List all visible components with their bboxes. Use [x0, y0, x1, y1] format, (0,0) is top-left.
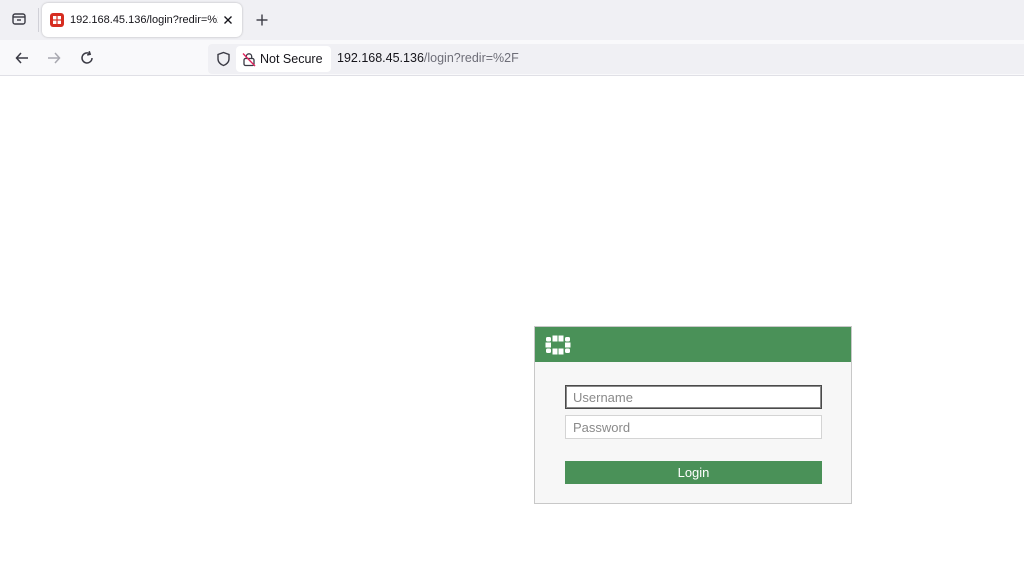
url-text[interactable]: 192.168.45.136/login?redir=%2F [337, 51, 519, 65]
back-button[interactable] [9, 45, 35, 71]
tab-overview-button[interactable] [6, 6, 32, 32]
tab-title: 192.168.45.136/login?redir=%2F [70, 14, 218, 26]
forward-button[interactable] [41, 45, 67, 71]
arrow-left-icon [15, 52, 28, 64]
new-tab-button[interactable] [251, 9, 273, 31]
login-panel: Login [534, 326, 852, 504]
navigation-toolbar: Not Secure 192.168.45.136/login?redir=%2… [0, 40, 1024, 76]
tracking-protection-button[interactable] [214, 50, 232, 68]
login-button[interactable]: Login [565, 461, 822, 484]
login-header [535, 327, 851, 362]
site-security-indicator[interactable]: Not Secure [236, 46, 331, 72]
username-input[interactable] [565, 385, 822, 409]
shield-icon [216, 51, 230, 67]
insecure-lock-icon [242, 52, 256, 66]
url-path: /login?redir=%2F [423, 51, 519, 65]
tab-overview-icon [12, 13, 26, 25]
close-icon [224, 16, 232, 24]
plus-icon [256, 14, 268, 26]
fortinet-logo-icon [545, 335, 571, 355]
fortinet-favicon-icon [50, 13, 64, 27]
tab-separator [38, 8, 39, 32]
reload-icon [81, 50, 93, 64]
not-secure-label: Not Secure [260, 52, 323, 66]
browser-tab[interactable]: 192.168.45.136/login?redir=%2F [42, 3, 242, 37]
arrow-right-icon [48, 52, 61, 64]
reload-button[interactable] [74, 45, 100, 71]
tab-strip: 192.168.45.136/login?redir=%2F [0, 0, 1024, 40]
url-host: 192.168.45.136 [337, 51, 424, 65]
password-input[interactable] [565, 415, 822, 439]
tab-close-button[interactable] [220, 12, 236, 28]
address-bar[interactable]: Not Secure 192.168.45.136/login?redir=%2… [208, 44, 1024, 74]
